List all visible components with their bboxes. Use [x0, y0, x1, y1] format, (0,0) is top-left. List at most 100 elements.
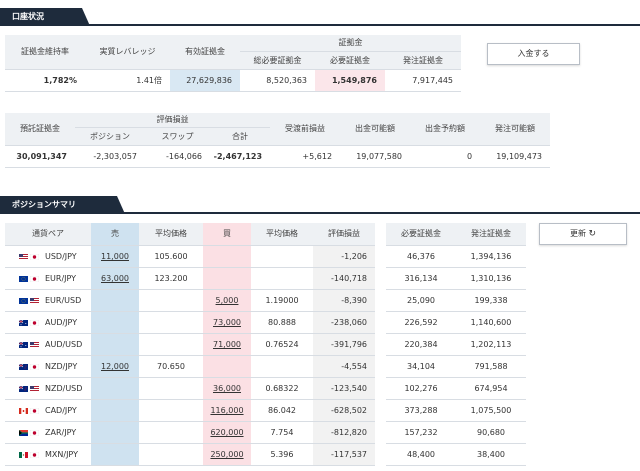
deposit-value: 30,091,347 — [5, 145, 75, 168]
order-margin-cell: 1,202,113 — [456, 333, 526, 356]
australia-flag-icon — [18, 341, 28, 348]
japan-flag-icon — [29, 319, 40, 327]
pl-cell: -1,206 — [313, 245, 375, 268]
buy-cell — [203, 355, 251, 378]
sell-link[interactable]: 12,000 — [101, 362, 129, 371]
pair-label: EUR/JPY — [45, 273, 77, 283]
avg-sell-cell: 105.600 — [139, 245, 203, 268]
header-leverage: 実質レバレッジ — [85, 35, 170, 70]
buy-cell[interactable]: 620,000 — [203, 421, 251, 444]
buy-link[interactable]: 250,000 — [210, 450, 243, 459]
buy-cell — [203, 245, 251, 268]
sell-cell[interactable]: 12,000 — [91, 355, 139, 378]
avg-buy-cell: 1.19000 — [251, 289, 313, 312]
header-avg-sell: 平均価格 — [139, 223, 203, 246]
avg-buy-cell — [251, 245, 313, 268]
total-pl-value: -2,467,123 — [210, 145, 271, 168]
header-sell: 売 — [91, 223, 139, 246]
pair-label: ZAR/JPY — [45, 427, 77, 437]
pl-cell: -8,390 — [313, 289, 375, 312]
avg-sell-cell: 70.650 — [139, 355, 203, 378]
position-row: CAD/JPY 116,000 86.042 -628,502 — [5, 399, 375, 422]
buy-link[interactable]: 620,000 — [210, 428, 243, 437]
header-total: 合計 — [210, 127, 271, 146]
avg-buy-cell — [251, 267, 313, 290]
avg-sell-cell — [139, 333, 203, 356]
pair-cell: AUD/JPY — [5, 311, 91, 334]
deposit-button[interactable]: 入金する — [487, 43, 580, 65]
position-row: EUR/JPY 63,000 123.200 -140,718 — [5, 267, 375, 290]
order-margin-cell: 1,140,600 — [456, 311, 526, 334]
pair-cell: NZD/USD — [5, 377, 91, 400]
order-margin-cell: 674,954 — [456, 377, 526, 400]
refresh-label: 更新 — [569, 229, 586, 238]
account-status-header: 口座状況 — [0, 8, 640, 26]
pair-label: NZD/JPY — [45, 361, 78, 371]
pl-cell: -117,537 — [313, 443, 375, 466]
eu-flag-icon — [19, 297, 28, 304]
header-orderable: 発注可能額 — [480, 113, 551, 146]
mexico-flag-icon — [19, 451, 28, 458]
margin-row: 226,592 1,140,600 — [386, 311, 526, 334]
sell-cell — [91, 421, 139, 444]
us-flag-icon — [19, 253, 28, 260]
required-margin-cell: 25,090 — [386, 289, 456, 312]
buy-cell[interactable]: 250,000 — [203, 443, 251, 466]
required-margin-cell: 34,104 — [386, 355, 456, 378]
japan-flag-icon — [29, 451, 40, 459]
pre-settle-value: +5,612 — [270, 145, 341, 168]
buy-cell[interactable]: 36,000 — [203, 377, 251, 400]
avg-buy-cell: 5.396 — [251, 443, 313, 466]
buy-cell[interactable]: 116,000 — [203, 399, 251, 422]
sell-link[interactable]: 63,000 — [101, 274, 129, 283]
buy-link[interactable]: 36,000 — [213, 384, 241, 393]
avg-sell-cell — [139, 289, 203, 312]
header-buy: 買 — [203, 223, 251, 246]
buy-cell — [203, 267, 251, 290]
buy-cell[interactable]: 5,000 — [203, 289, 251, 312]
sell-cell[interactable]: 11,000 — [91, 245, 139, 268]
margin-row: 373,288 1,075,500 — [386, 399, 526, 422]
sell-cell — [91, 443, 139, 466]
header-pl: 評価損益 — [313, 223, 375, 246]
us-flag-icon — [30, 297, 39, 304]
header-required-margin: 必要証拠金 — [386, 223, 456, 246]
position-row: MXN/JPY 250,000 5.396 -117,537 — [5, 443, 375, 466]
buy-link[interactable]: 116,000 — [210, 406, 243, 415]
buy-link[interactable]: 73,000 — [213, 318, 241, 327]
withdrawable-value: 19,077,580 — [340, 145, 411, 168]
pl-cell: -628,502 — [313, 399, 375, 422]
required-value: 1,549,876 — [315, 69, 385, 92]
position-row: ZAR/JPY 620,000 7.754 -812,820 — [5, 421, 375, 444]
position-row: AUD/USD 71,000 0.76524 -391,796 — [5, 333, 375, 356]
required-margin-cell: 316,134 — [386, 267, 456, 290]
pair-cell: MXN/JPY — [5, 443, 91, 466]
pl-cell: -123,540 — [313, 377, 375, 400]
buy-link[interactable]: 5,000 — [216, 296, 239, 305]
japan-flag-icon — [29, 429, 40, 437]
avg-sell-cell — [139, 443, 203, 466]
header-pre-settle: 受渡前損益 — [270, 113, 341, 146]
sell-cell[interactable]: 63,000 — [91, 267, 139, 290]
valid-margin-value: 27,629,836 — [170, 69, 240, 92]
pair-cell: ZAR/JPY — [5, 421, 91, 444]
pair-label: MXN/JPY — [45, 449, 78, 459]
margin-row: 48,400 38,400 — [386, 443, 526, 466]
section-divider — [0, 212, 640, 214]
header-valid-margin: 有効証拠金 — [170, 35, 240, 70]
pair-cell: EUR/JPY — [5, 267, 91, 290]
buy-cell[interactable]: 73,000 — [203, 311, 251, 334]
margin-row: 220,384 1,202,113 — [386, 333, 526, 356]
header-deposit: 預託証拠金 — [5, 113, 75, 146]
sell-link[interactable]: 11,000 — [101, 252, 129, 261]
swap-value: -164,066 — [145, 145, 210, 168]
buy-link[interactable]: 71,000 — [213, 340, 241, 349]
refresh-button[interactable]: 更新 ↻ — [539, 223, 627, 245]
us-flag-icon — [30, 385, 39, 392]
avg-buy-cell: 7.754 — [251, 421, 313, 444]
header-withdrawable: 出金可能額 — [340, 113, 411, 146]
pair-label: CAD/JPY — [45, 405, 77, 415]
pl-cell: -391,796 — [313, 333, 375, 356]
maintenance-rate-value: 1,782% — [5, 69, 85, 92]
buy-cell[interactable]: 71,000 — [203, 333, 251, 356]
